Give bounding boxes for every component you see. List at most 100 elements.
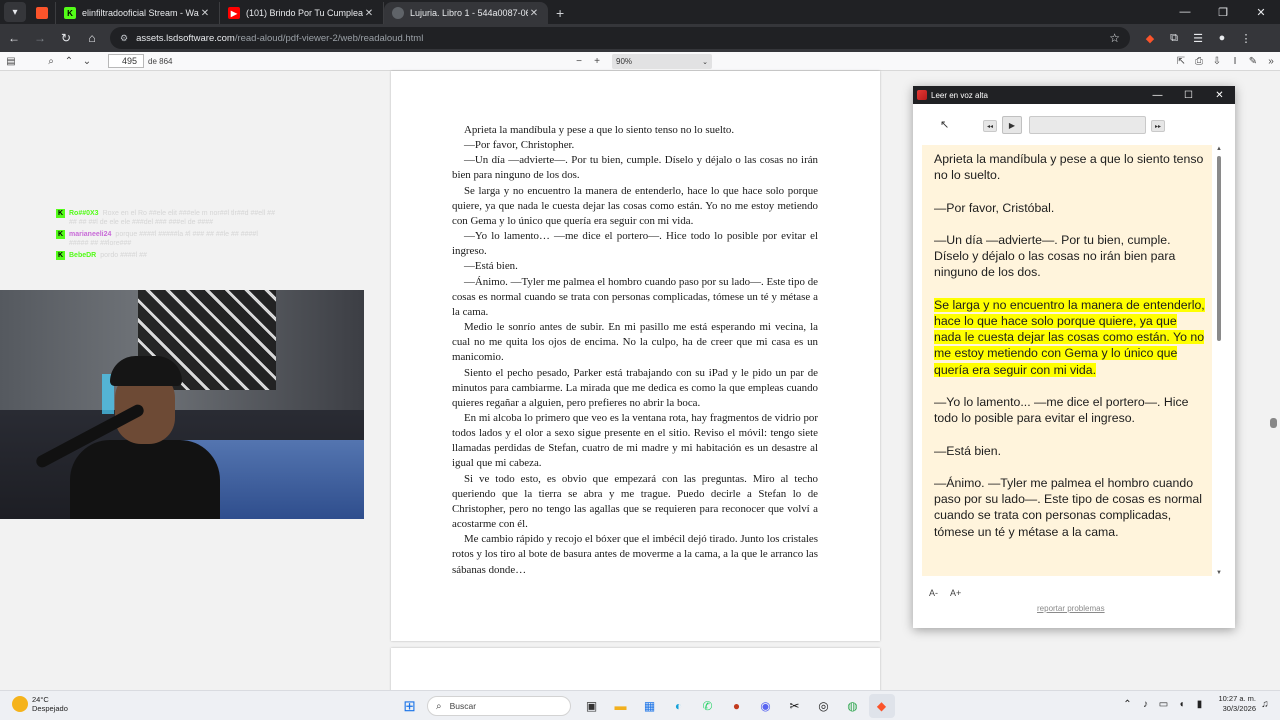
forward-button[interactable]: ▸▸ xyxy=(1151,120,1165,132)
pdf-paragraph: Si ve todo esto, es obvio que empezará c… xyxy=(452,472,818,531)
reader-paragraph-text: —Un día —advierte—. Por tu bien, cumple.… xyxy=(934,232,1176,280)
tab-1[interactable]: K elinfiltradooficial Stream - Watc ✕ xyxy=(56,2,220,24)
weather-widget[interactable]: 24°C Despejado xyxy=(12,695,68,713)
pdf-paragraph: Me cambio rápido y recojo el bóxer que e… xyxy=(452,533,818,576)
home-icon[interactable]: ⌂ xyxy=(80,26,104,50)
pdf-viewer-area: K Ro##0X3 Roxe en el Ro ##ele elit ###ele… xyxy=(0,71,1280,708)
sidebar-toggle-icon[interactable]: ▤ xyxy=(2,53,20,70)
reader-paragraph: —Está bien. xyxy=(934,443,1206,459)
previous-page-icon[interactable]: ⌃ xyxy=(60,53,78,70)
profile-avatar-icon[interactable]: ● xyxy=(1210,27,1234,49)
scrollbar-thumb[interactable] xyxy=(1217,156,1221,341)
streamer-body xyxy=(70,440,220,519)
minimize-icon[interactable]: — xyxy=(1142,90,1173,101)
page-number-input[interactable]: 495 xyxy=(108,54,144,68)
whatsapp-icon[interactable]: ✆ xyxy=(695,694,721,718)
maximize-icon[interactable]: ☐ xyxy=(1173,90,1204,101)
pdf-paragraph: En mi alcoba lo primero que veo es la ve… xyxy=(452,411,818,470)
brave-icon[interactable]: ◆ xyxy=(868,694,895,718)
bookmark-star-icon[interactable]: ☆ xyxy=(1109,31,1120,45)
minimize-icon[interactable]: — xyxy=(1166,0,1204,24)
maximize-icon[interactable]: ❐ xyxy=(1204,0,1242,24)
notification-bell-icon[interactable]: ♫ xyxy=(1256,699,1274,710)
reading-list-icon[interactable]: ☰ xyxy=(1186,27,1210,49)
brave-shield-icon[interactable]: ◆ xyxy=(1138,27,1162,49)
search-icon[interactable]: ⌕ xyxy=(42,53,60,70)
open-file-icon[interactable]: ⇱ xyxy=(1172,53,1190,70)
scroll-up-icon[interactable]: ▲ xyxy=(1215,146,1223,152)
reader-paragraph: Aprieta la mandíbula y pese a que lo sie… xyxy=(934,151,1206,183)
file-explorer-icon[interactable]: ▬ xyxy=(608,694,634,718)
more-tools-icon[interactable]: » xyxy=(1262,53,1280,70)
pdf-tools-right: ⇱ ⎙ ⇩ I ✎ » xyxy=(1172,53,1280,70)
battery-icon[interactable]: ▮ xyxy=(1190,699,1208,710)
task-view-icon[interactable]: ▣ xyxy=(579,694,605,718)
site-info-icon[interactable]: ⚙ xyxy=(120,33,128,44)
address-bar[interactable]: ⚙ assets.lsdsoftware.com /read-aloud/pdf… xyxy=(110,27,1130,49)
capcut-icon[interactable]: ✂ xyxy=(782,694,808,718)
microsoft-store-icon[interactable]: ▦ xyxy=(637,694,663,718)
chat-user: marianeeli24 xyxy=(69,231,112,238)
tab-title: Lujuria. Libro 1 - 544a0087-06 xyxy=(410,8,528,18)
text-tool-icon[interactable]: I xyxy=(1226,53,1244,70)
decrease-font-button[interactable]: A- xyxy=(929,588,938,598)
windows-start-icon[interactable]: ⊞ xyxy=(397,694,423,718)
zoom-out-icon[interactable]: − xyxy=(570,53,588,70)
close-icon[interactable]: ✕ xyxy=(363,8,375,19)
playback-progress-bar[interactable] xyxy=(1029,116,1146,134)
kick-icon: K xyxy=(56,251,65,260)
taskbar-search[interactable]: ⌕ Buscar xyxy=(427,696,571,716)
increase-font-button[interactable]: A+ xyxy=(950,588,961,598)
chrome-icon[interactable]: ◍ xyxy=(840,694,866,718)
chat-message: K marianeeli24 porque ####l #####la #l ##… xyxy=(56,230,276,248)
chat-message: K BebeDR pordo ####l ## xyxy=(56,251,276,260)
viewer-scrollbar-thumb[interactable] xyxy=(1270,418,1277,428)
network-icon[interactable]: ▭ xyxy=(1154,699,1172,710)
zoom-select[interactable]: 90% ⌄ xyxy=(612,54,712,69)
tab-3-active[interactable]: Lujuria. Libro 1 - 544a0087-06 ✕ xyxy=(384,2,548,24)
url-path: /read-aloud/pdf-viewer-2/web/readaloud.h… xyxy=(234,32,424,44)
new-tab-icon[interactable]: + xyxy=(556,5,564,21)
pdf-paragraph: —Ánimo. —Tyler me palmea el hombro cuand… xyxy=(452,275,818,318)
reader-scrollbar[interactable]: ▲ ▼ xyxy=(1215,146,1223,576)
chevron-up-icon[interactable]: ⌃ xyxy=(1118,699,1136,710)
tab-search-button[interactable]: ▾ xyxy=(4,2,26,22)
edge-icon[interactable]: ◐ xyxy=(666,694,692,718)
close-window-icon[interactable]: ✕ xyxy=(1242,0,1280,24)
clock[interactable]: 10:27 a. m. 30/3/2026 xyxy=(1218,694,1256,714)
app-icon[interactable]: ● xyxy=(724,694,750,718)
draw-tool-icon[interactable]: ✎ xyxy=(1244,53,1262,70)
print-icon[interactable]: ⎙ xyxy=(1190,53,1208,70)
pdf-paragraph: Se larga y no encuentro la manera de ent… xyxy=(452,184,818,227)
zoom-controls: − + 90% ⌄ xyxy=(570,53,712,70)
save-icon[interactable]: ⇩ xyxy=(1208,53,1226,70)
forward-icon[interactable]: → xyxy=(28,26,52,50)
scroll-down-icon[interactable]: ▼ xyxy=(1215,570,1223,576)
zoom-in-icon[interactable]: + xyxy=(588,53,606,70)
popup-window-controls: — ☐ ✕ xyxy=(1142,90,1235,101)
obs-icon[interactable]: ◎ xyxy=(811,694,837,718)
play-button[interactable]: ▶ xyxy=(1002,116,1022,134)
reader-paragraph-text: —Yo lo lamento... —me dice el portero—. … xyxy=(934,394,1189,426)
windows-taskbar: 24°C Despejado ⊞ ⌕ Buscar ▣ ▬ ▦ ◐ ✆ ● ◉ … xyxy=(0,690,1280,720)
next-page-icon[interactable]: ⌄ xyxy=(78,53,96,70)
pdf-page-text: Aprieta la mandíbula y pese a que lo sie… xyxy=(452,123,818,578)
close-icon[interactable]: ✕ xyxy=(1204,90,1235,101)
volume-icon[interactable]: ◖ xyxy=(1172,699,1190,710)
discord-icon[interactable]: ◉ xyxy=(753,694,779,718)
clock-date: 30/3/2026 xyxy=(1222,704,1256,713)
read-aloud-text-panel: Aprieta la mandíbula y pese a que lo sie… xyxy=(922,145,1212,576)
tab-0[interactable] xyxy=(30,2,56,24)
close-icon[interactable]: ✕ xyxy=(199,8,211,19)
menu-dots-icon[interactable]: ⋮ xyxy=(1234,27,1258,49)
taskbar-search-placeholder: Buscar xyxy=(449,701,477,711)
microphone-icon[interactable]: ♪ xyxy=(1136,699,1154,710)
extensions-puzzle-icon[interactable]: ⧉ xyxy=(1162,27,1186,49)
back-icon[interactable]: ← xyxy=(2,26,26,50)
rewind-button[interactable]: ◂◂ xyxy=(983,120,997,132)
tab-2[interactable]: ▶ (101) Brindo Por Tu Cumpleañ ✕ xyxy=(220,2,384,24)
reload-icon[interactable]: ↻ xyxy=(54,26,78,50)
report-problems-link[interactable]: reportar problemas xyxy=(1037,604,1105,613)
kick-icon: K xyxy=(56,230,65,239)
close-icon[interactable]: ✕ xyxy=(528,8,540,19)
